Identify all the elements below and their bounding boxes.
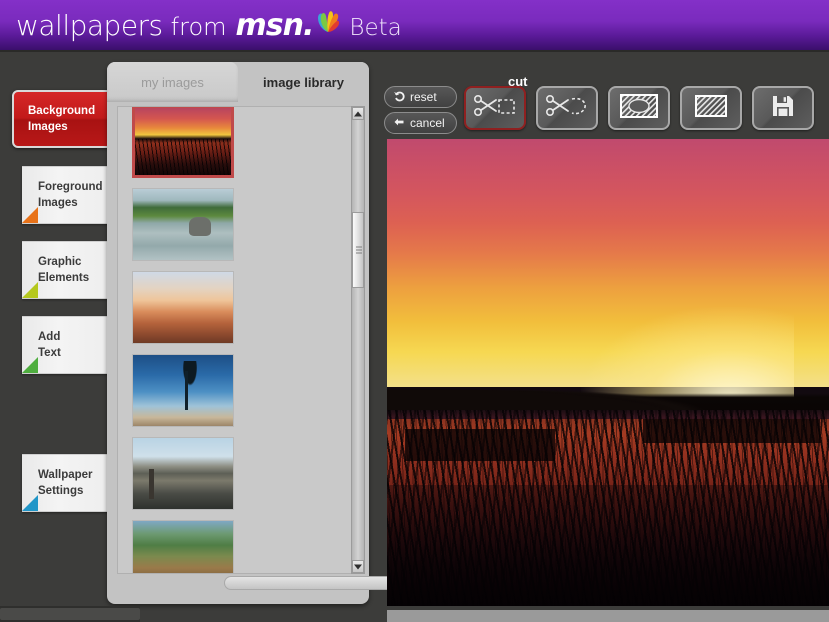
window-horizontal-scrollbar[interactable] — [0, 606, 140, 622]
brand-beta-text: Beta — [349, 14, 402, 41]
floppy-disk-icon — [770, 93, 796, 124]
cancel-label: cancel — [410, 116, 445, 130]
corner-accent-yellowgreen — [22, 282, 38, 298]
reset-label: reset — [410, 90, 437, 104]
thumbnail-desert-canyon-dunes[interactable] — [132, 271, 234, 344]
thumbnail-image — [133, 438, 233, 509]
scrollbar-grip-icon — [356, 245, 362, 256]
brand-wallpapers-text: wallpapers — [16, 8, 163, 42]
thumbnail-sunset-reeds-lake[interactable] — [132, 107, 234, 178]
canvas-treeline-silhouette — [387, 372, 829, 415]
sidebar-item-label: Background Images — [28, 103, 95, 136]
thumbnail-grid — [118, 107, 346, 573]
window-scrollbar-thumb[interactable] — [0, 608, 140, 620]
sidebar-label-line1: Add — [38, 330, 61, 343]
brand-logo: wallpapers from msn. Beta — [0, 8, 402, 43]
cut-rectangle-button[interactable] — [464, 86, 526, 130]
corner-accent-blue — [22, 495, 38, 511]
sidebar-label-line2: Text — [38, 347, 61, 359]
scroll-down-arrow-icon[interactable] — [352, 560, 364, 573]
thumbnail-scrollbar[interactable] — [351, 106, 365, 574]
corner-accent-green — [22, 357, 38, 373]
sidebar-item-label: Graphic Elements — [38, 254, 89, 287]
thumbnail-elephant-in-river[interactable] — [132, 188, 234, 261]
canvas-dark-patch-right — [643, 419, 821, 443]
sidebar-label-line1: Wallpaper — [38, 468, 93, 481]
canvas-dark-patch-left — [404, 428, 555, 462]
sidebar-label-line1: Graphic — [38, 255, 82, 268]
sidebar-item-background-images[interactable]: Background Images — [12, 90, 116, 148]
sidebar-item-label: Foreground Images — [38, 179, 103, 212]
sidebar-label-line2: Images — [38, 197, 78, 209]
msn-butterfly-icon — [315, 10, 341, 40]
canvas-horizontal-scrollbar[interactable] — [387, 610, 829, 622]
thumbnail-image — [133, 189, 233, 260]
thumbnail-grid-viewport — [117, 106, 359, 574]
scrollbar-thumb[interactable] — [352, 212, 364, 288]
thumbnail-image — [133, 521, 233, 573]
mask-fill-button[interactable] — [680, 86, 742, 130]
hatched-rectangle-icon — [691, 93, 731, 124]
thumbnail-palm-tree-beach[interactable] — [132, 354, 234, 427]
palm-silhouette — [173, 360, 207, 411]
sidebar-item-graphic-elements[interactable]: Graphic Elements — [22, 241, 114, 299]
sidebar-item-label: Wallpaper Settings — [38, 467, 93, 500]
reset-button[interactable]: reset — [384, 86, 457, 108]
app-header: wallpapers from msn. Beta — [0, 0, 829, 52]
save-button[interactable] — [752, 86, 814, 130]
back-arrow-icon — [393, 116, 405, 131]
sidebar-label-line1: Background — [28, 104, 96, 117]
tab-image-library[interactable]: image library — [238, 62, 369, 102]
undo-arrow-icon — [393, 90, 405, 105]
sidebar-item-label: Add Text — [38, 329, 61, 362]
sidebar-label-line2: Settings — [38, 485, 84, 497]
scroll-up-arrow-icon[interactable] — [352, 107, 364, 120]
hatched-frame-oval-icon — [619, 93, 659, 124]
cut-freeform-button[interactable] — [536, 86, 598, 130]
brand-from-text: from — [170, 12, 227, 41]
mask-invert-button[interactable] — [608, 86, 670, 130]
thumbnail-reed-texture — [135, 138, 231, 175]
cancel-button[interactable]: cancel — [384, 112, 457, 134]
editor-toolbar: reset cancel — [384, 68, 829, 136]
left-sidebar: Background Images Foreground Images Grap… — [0, 54, 116, 622]
scissors-lasso-icon — [545, 93, 589, 124]
tab-my-images[interactable]: my images — [107, 62, 238, 102]
pier-post — [149, 469, 154, 500]
sidebar-item-foreground-images[interactable]: Foreground Images — [22, 166, 114, 224]
image-library-panel: my images image library — [107, 62, 466, 604]
wallpaper-preview-canvas[interactable] — [387, 139, 829, 606]
elephant-silhouette — [189, 217, 211, 236]
palm-trunk — [185, 370, 188, 411]
thumbnail-city-skyline-pier[interactable] — [132, 437, 234, 510]
brand-msn-text: msn. — [235, 7, 315, 43]
sidebar-label-line2: Elements — [38, 272, 90, 284]
sidebar-item-wallpaper-settings[interactable]: Wallpaper Settings — [22, 454, 114, 512]
scissors-rectangle-icon — [473, 93, 517, 124]
canvas-water-shadow — [387, 484, 829, 606]
sidebar-item-add-text[interactable]: Add Text — [22, 316, 114, 374]
thumbnail-tropical-coastline[interactable] — [132, 520, 234, 573]
corner-accent-orange — [22, 207, 38, 223]
panel-tabs: my images image library — [107, 62, 369, 102]
sidebar-label-line1: Foreground — [38, 180, 103, 193]
thumbnail-image — [133, 272, 233, 343]
sidebar-label-line2: Images — [28, 121, 68, 133]
